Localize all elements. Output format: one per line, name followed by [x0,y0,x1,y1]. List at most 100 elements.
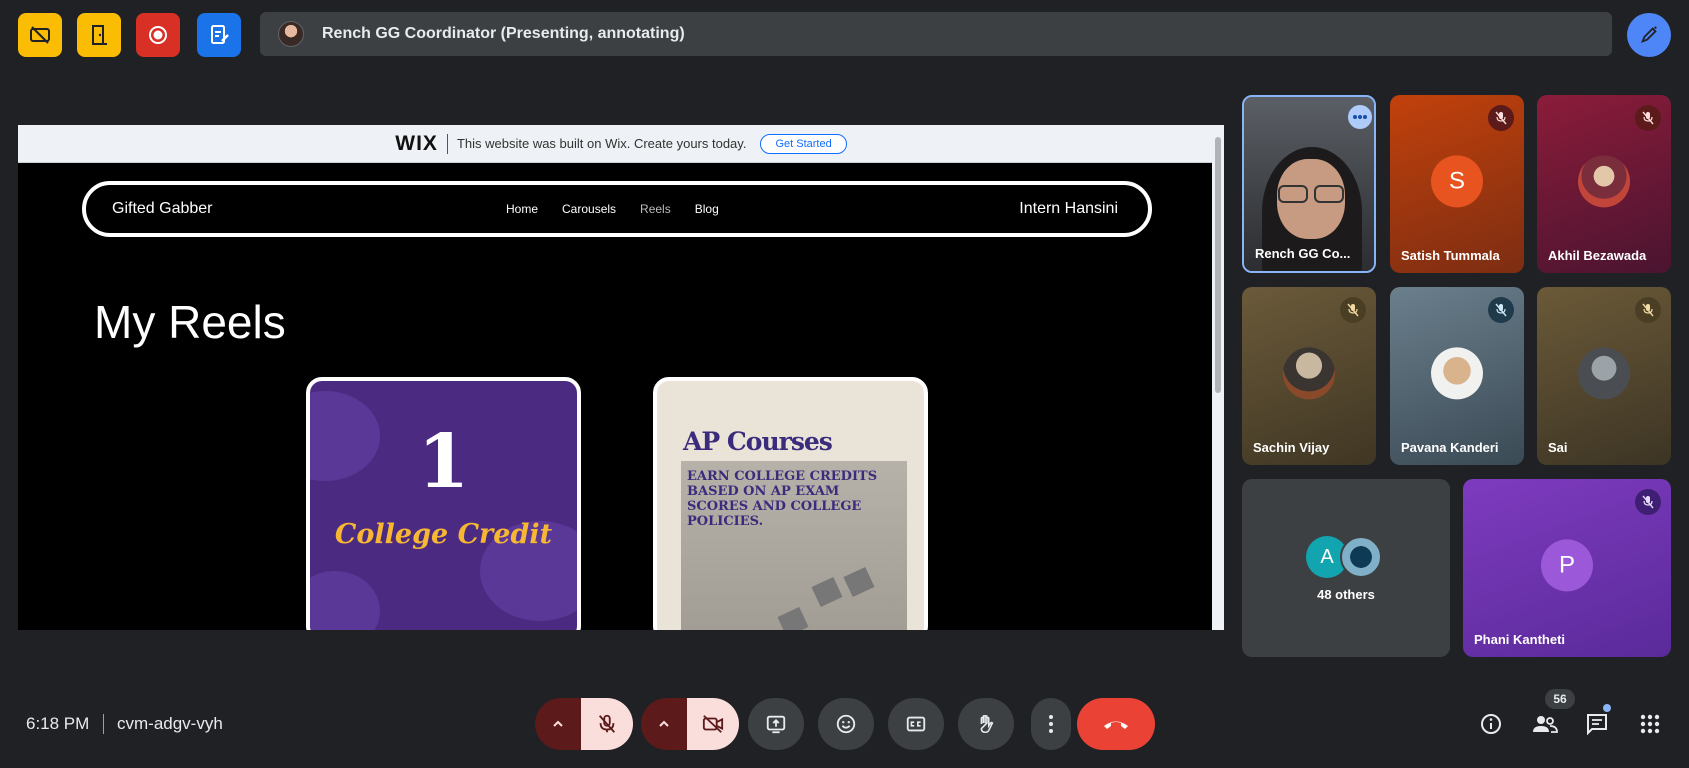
more-vertical-icon [1049,715,1053,733]
participant-name: Sachin Vijay [1253,440,1330,455]
site-user[interactable]: Intern Hansini [1019,200,1118,218]
recording-button[interactable] [136,13,180,57]
wix-get-started-button[interactable]: Get Started [760,133,847,154]
mic-off-icon [1347,303,1359,317]
participant-tile-presenter[interactable]: Rench GG Co... [1242,95,1376,273]
participant-name: Pavana Kanderi [1401,440,1499,455]
nav-home[interactable]: Home [506,202,538,216]
clock: 6:18 PM [26,714,90,733]
form-edit-icon [211,25,229,44]
chat-unread-dot [1603,704,1611,712]
reel-card-ap-courses[interactable]: AP Courses EARN COLLEGE CREDITS BASED ON… [653,377,928,630]
present-screen-button[interactable] [748,698,804,750]
nav-reels[interactable]: Reels [640,202,671,216]
chevron-up-icon [659,720,669,727]
nav-carousels[interactable]: Carousels [562,202,616,216]
avatar: S [1431,155,1483,208]
meeting-details-button[interactable] [1477,710,1505,738]
scrollbar-thumb[interactable] [1215,137,1221,393]
avatar [1283,347,1335,400]
mic-muted-indicator [1488,297,1514,323]
participant-tile-sachin[interactable]: Sachin Vijay [1242,287,1376,465]
site-nav-links: Home Carousels Reels Blog [506,202,719,216]
presenting-label: Rench GG Coordinator (Presenting, annota… [322,25,685,42]
chevron-up-icon [553,720,563,727]
reel-caption: College Credit [334,519,553,550]
annotate-pen-icon [1640,26,1657,44]
apps-grid-icon [1640,714,1660,734]
audio-options-button[interactable] [535,698,581,750]
info-icon [1481,714,1501,734]
presenting-bar: Rench GG Coordinator (Presenting, annota… [260,12,1612,56]
people-icon [1533,716,1558,733]
camera-control-group [641,698,739,750]
wix-logo: WIX [395,131,438,155]
participant-name: Satish Tummala [1401,248,1500,263]
participant-name: Rench GG Co... [1255,246,1351,261]
participant-tile-satish[interactable]: S Satish Tummala [1390,95,1524,273]
video-glasses [1278,185,1308,203]
mic-off-icon [1642,303,1654,317]
avatar [1340,536,1382,578]
reactions-button[interactable] [818,698,874,750]
participant-tile-sai[interactable]: Sai [1537,287,1671,465]
clock-separator [103,714,104,734]
others-count-label: 48 others [1317,587,1375,602]
mic-muted-indicator [1488,105,1514,131]
site-name[interactable]: Gifted Gabber [112,200,213,218]
participant-tile-others[interactable]: A 48 others [1242,479,1450,657]
hand-icon [980,714,994,734]
emoji-icon [836,714,856,734]
mic-muted-indicator [1340,297,1366,323]
activities-button[interactable] [1636,710,1664,738]
mic-toggle-button[interactable] [581,698,633,750]
video-options-button[interactable] [641,698,687,750]
people-count-badge: 56 [1545,689,1575,709]
participant-name: Phani Kantheti [1474,632,1566,647]
grad-cap-shape [843,566,875,598]
leave-call-button[interactable] [1077,698,1155,750]
presenter-avatar [278,21,304,47]
chat-button[interactable] [1583,710,1611,738]
mic-off-icon [1642,495,1654,509]
participant-tile-phani[interactable]: P Phani Kantheti [1463,479,1671,657]
grad-cap-shape [777,606,809,630]
reel-card-college-credit[interactable]: 1 College Credit [306,377,581,630]
form-button[interactable] [197,13,241,57]
annotate-button[interactable] [1627,13,1671,57]
people-button[interactable] [1531,710,1559,738]
more-options-button[interactable] [1031,698,1071,750]
page-title: My Reels [94,296,286,348]
mic-muted-indicator [1635,105,1661,131]
wix-banner-text: This website was built on Wix. Create yo… [456,136,747,151]
breakout-rooms-button[interactable] [77,13,121,57]
video-glasses [1314,185,1344,203]
raise-hand-button[interactable] [958,698,1014,750]
reel-title: AP Courses [683,427,833,456]
end-call-icon [1104,721,1128,729]
wix-separator [446,133,448,154]
camera-toggle-button[interactable] [687,698,739,750]
top-bar: Rench GG Coordinator (Presenting, annota… [0,0,1689,70]
captions-off-button[interactable] [18,13,62,57]
avatar: P [1541,539,1593,592]
present-icon [766,715,786,734]
participant-tile-akhil[interactable]: Akhil Bezawada [1537,95,1671,273]
mic-muted-indicator [1635,489,1661,515]
more-horizontal-icon [1353,115,1367,119]
tile-options-button[interactable] [1348,105,1372,129]
chat-icon [1587,714,1607,736]
grad-cap-shape [811,576,843,608]
captions-icon [906,716,926,732]
mic-off-icon [598,714,616,733]
meet-window: Rench GG Coordinator (Presenting, annota… [0,0,1689,768]
captions-button[interactable] [888,698,944,750]
reel-number: 1 [417,419,470,505]
door-icon [92,25,107,45]
participant-tile-pavana[interactable]: Pavana Kanderi [1390,287,1524,465]
nav-blog[interactable]: Blog [695,202,719,216]
meeting-code: cvm-adgv-vyh [117,714,223,733]
decor-blob [310,571,380,630]
page-scrollbar[interactable] [1212,125,1224,630]
mic-muted-indicator [1635,297,1661,323]
